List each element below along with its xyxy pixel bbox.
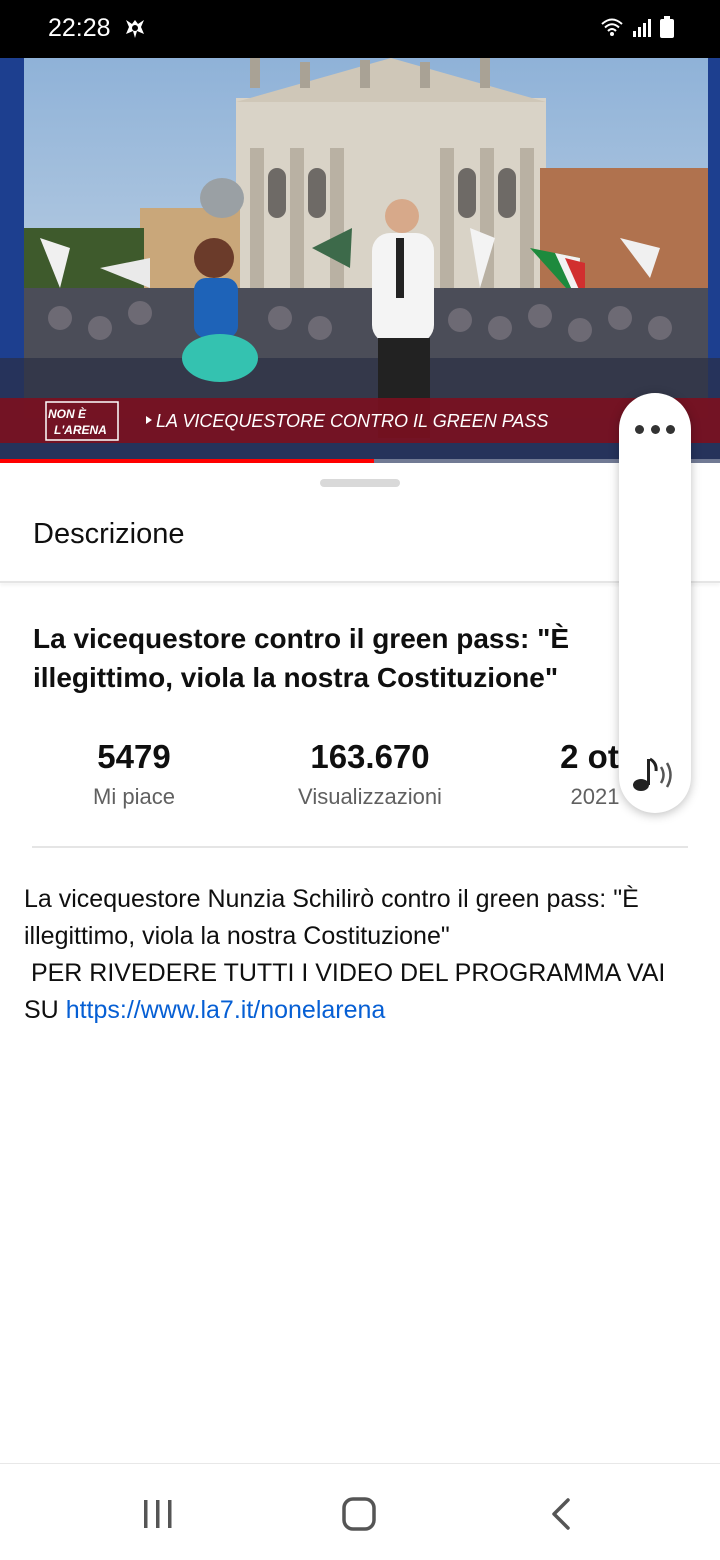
video-logo: NON È (48, 406, 87, 421)
signal-icon (633, 19, 651, 37)
status-bar: 22:28 (0, 0, 720, 58)
battery-icon (660, 16, 674, 38)
sheet-title: Descrizione (33, 518, 185, 550)
sheet-drag-handle[interactable] (320, 479, 400, 487)
video-banner-text: LA VICEQUESTORE CONTRO IL GREEN PASS (156, 411, 548, 431)
more-horizontal-icon[interactable] (635, 421, 675, 437)
video-description: La vicequestore Nunzia Schilirò contro i… (24, 881, 704, 1029)
video-title: La vicequestore contro il green pass: "È… (33, 623, 570, 693)
video-logo-line2: L'ARENA (54, 423, 107, 437)
system-navigation-bar (0, 1463, 720, 1560)
likes-stat: 5479 Mi piace (54, 738, 214, 810)
back-icon[interactable] (542, 1494, 582, 1534)
ghost-notification-icon (126, 20, 144, 38)
description-link[interactable]: https://www.la7.it/nonelarena (66, 996, 386, 1024)
music-audio-icon[interactable] (629, 755, 681, 795)
views-count: 163.670 (310, 738, 430, 775)
description-sheet: Descrizione La vicequestore contro il gr… (0, 463, 720, 1463)
video-player[interactable]: NON È L'ARENA LA VICEQUESTORE CONTRO IL … (0, 58, 720, 463)
recent-apps-icon[interactable] (138, 1494, 178, 1534)
views-label: Visualizzazioni (298, 784, 442, 809)
sheet-header-divider (0, 581, 720, 583)
home-icon[interactable] (339, 1494, 379, 1534)
likes-count: 5479 (97, 738, 171, 775)
wifi-icon (601, 18, 623, 36)
video-stats: 5479 Mi piace 163.670 Visualizzazioni 2 … (0, 738, 720, 828)
status-time: 22:28 (48, 14, 111, 42)
stats-divider (32, 846, 688, 848)
video-frame: NON È L'ARENA LA VICEQUESTORE CONTRO IL … (0, 58, 720, 463)
status-icons (600, 16, 674, 38)
likes-label: Mi piace (93, 784, 175, 809)
floating-side-panel (619, 393, 691, 813)
views-stat: 163.670 Visualizzazioni (270, 738, 470, 810)
